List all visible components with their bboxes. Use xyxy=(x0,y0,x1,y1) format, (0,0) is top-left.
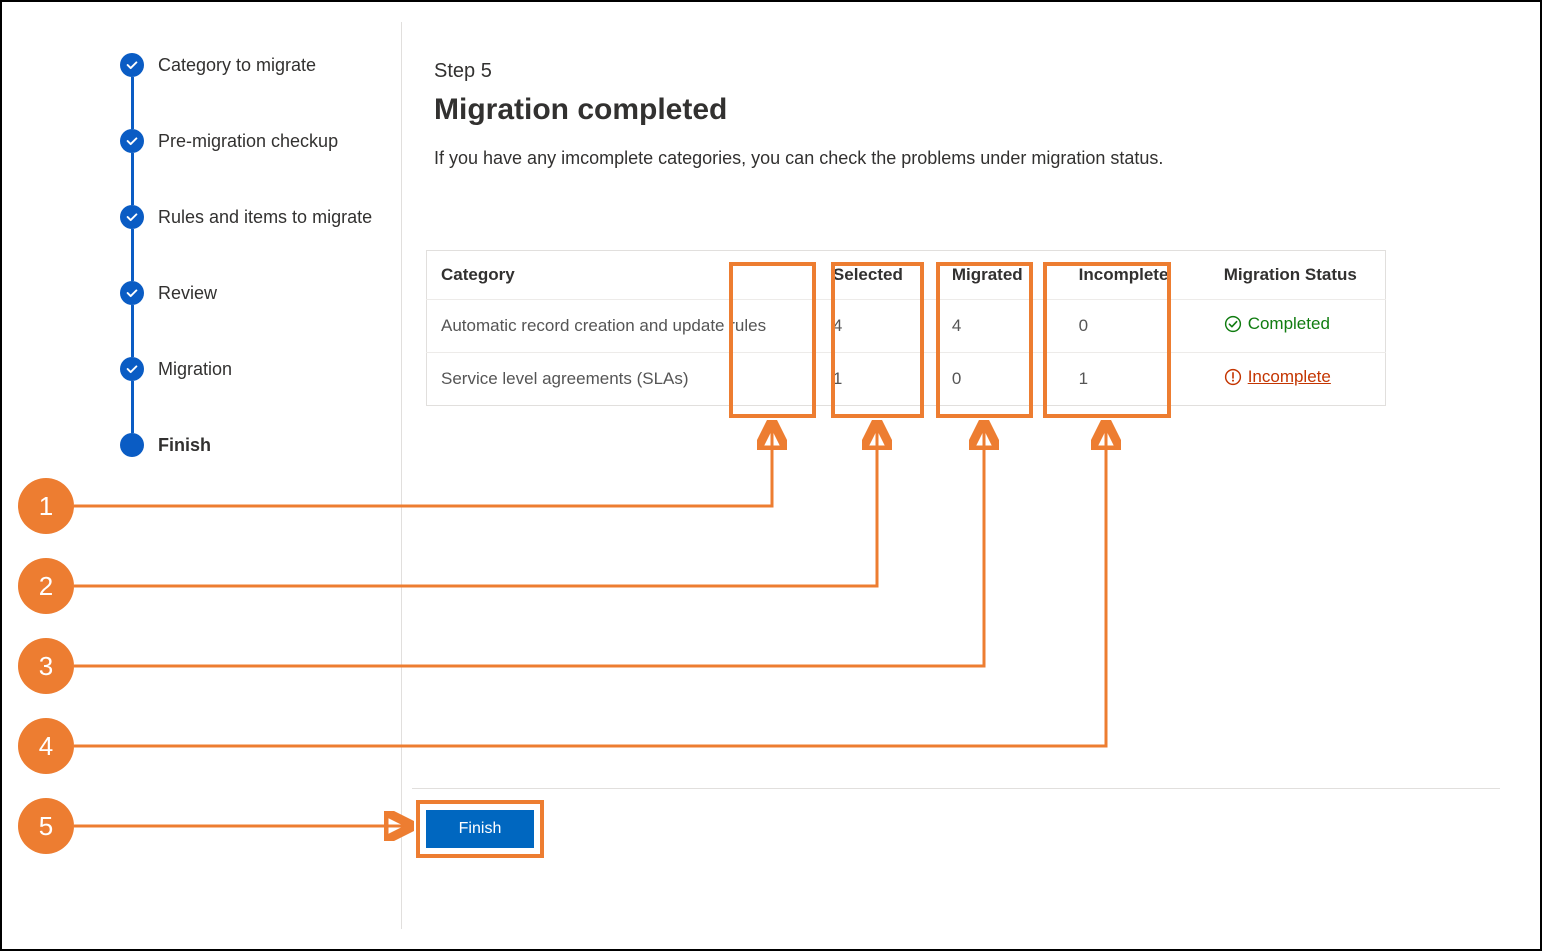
col-header-migrated: Migrated xyxy=(942,251,1069,300)
callout-badge-5: 5 xyxy=(18,798,74,854)
cell-status: Completed xyxy=(1214,300,1386,353)
table-row: Automatic record creation and update rul… xyxy=(427,300,1386,353)
col-header-status: Migration Status xyxy=(1214,251,1386,300)
success-icon xyxy=(1224,315,1242,333)
table-row: Service level agreements (SLAs) 1 0 1 In… xyxy=(427,353,1386,406)
check-icon xyxy=(120,205,144,229)
warning-icon xyxy=(1224,368,1242,386)
status-label: Incomplete xyxy=(1248,367,1331,387)
status-label: Completed xyxy=(1248,314,1330,334)
table-header-row: Category Selected Migrated Incomplete Mi… xyxy=(427,251,1386,300)
migration-results-table: Category Selected Migrated Incomplete Mi… xyxy=(426,250,1386,406)
cell-incomplete: 1 xyxy=(1069,353,1214,406)
footer-divider xyxy=(412,788,1500,789)
step-label: Finish xyxy=(158,435,211,456)
callout-badge-2: 2 xyxy=(18,558,74,614)
page-title: Migration completed xyxy=(434,93,1500,127)
cell-migrated: 0 xyxy=(942,353,1069,406)
callout-badge-4: 4 xyxy=(18,718,74,774)
cell-status: Incomplete xyxy=(1214,353,1386,406)
step-category-to-migrate[interactable]: Category to migrate xyxy=(120,52,380,78)
cell-migrated: 4 xyxy=(942,300,1069,353)
wizard-stepper: Category to migrate Pre-migration checku… xyxy=(120,52,380,458)
col-header-category: Category xyxy=(427,251,823,300)
cell-incomplete: 0 xyxy=(1069,300,1214,353)
cell-selected: 1 xyxy=(823,353,942,406)
vertical-divider xyxy=(401,22,402,929)
status-incomplete-link[interactable]: Incomplete xyxy=(1224,367,1331,387)
cell-category: Service level agreements (SLAs) xyxy=(427,353,823,406)
check-icon xyxy=(120,357,144,381)
app-frame: Category to migrate Pre-migration checku… xyxy=(0,0,1542,951)
finish-button[interactable]: Finish xyxy=(426,810,534,848)
step-finish[interactable]: Finish xyxy=(120,432,380,458)
cell-selected: 4 xyxy=(823,300,942,353)
step-review[interactable]: Review xyxy=(120,280,380,306)
col-header-selected: Selected xyxy=(823,251,942,300)
page-description: If you have any imcomplete categories, y… xyxy=(434,145,1214,171)
check-icon xyxy=(120,281,144,305)
callout-badge-1: 1 xyxy=(18,478,74,534)
check-icon xyxy=(120,53,144,77)
step-label: Rules and items to migrate xyxy=(158,207,372,228)
dot-icon xyxy=(120,433,144,457)
step-rules-and-items[interactable]: Rules and items to migrate xyxy=(120,204,380,230)
step-label: Migration xyxy=(158,359,232,380)
step-label: Review xyxy=(158,283,217,304)
callout-badge-3: 3 xyxy=(18,638,74,694)
status-completed: Completed xyxy=(1224,314,1330,334)
step-label: Pre-migration checkup xyxy=(158,131,338,152)
step-migration[interactable]: Migration xyxy=(120,356,380,382)
cell-category: Automatic record creation and update rul… xyxy=(427,300,823,353)
step-pre-migration-checkup[interactable]: Pre-migration checkup xyxy=(120,128,380,154)
check-icon xyxy=(120,129,144,153)
col-header-incomplete: Incomplete xyxy=(1069,251,1214,300)
step-label: Category to migrate xyxy=(158,55,316,76)
step-kicker: Step 5 xyxy=(434,60,1500,83)
main-content: Step 5 Migration completed If you have a… xyxy=(434,60,1500,189)
